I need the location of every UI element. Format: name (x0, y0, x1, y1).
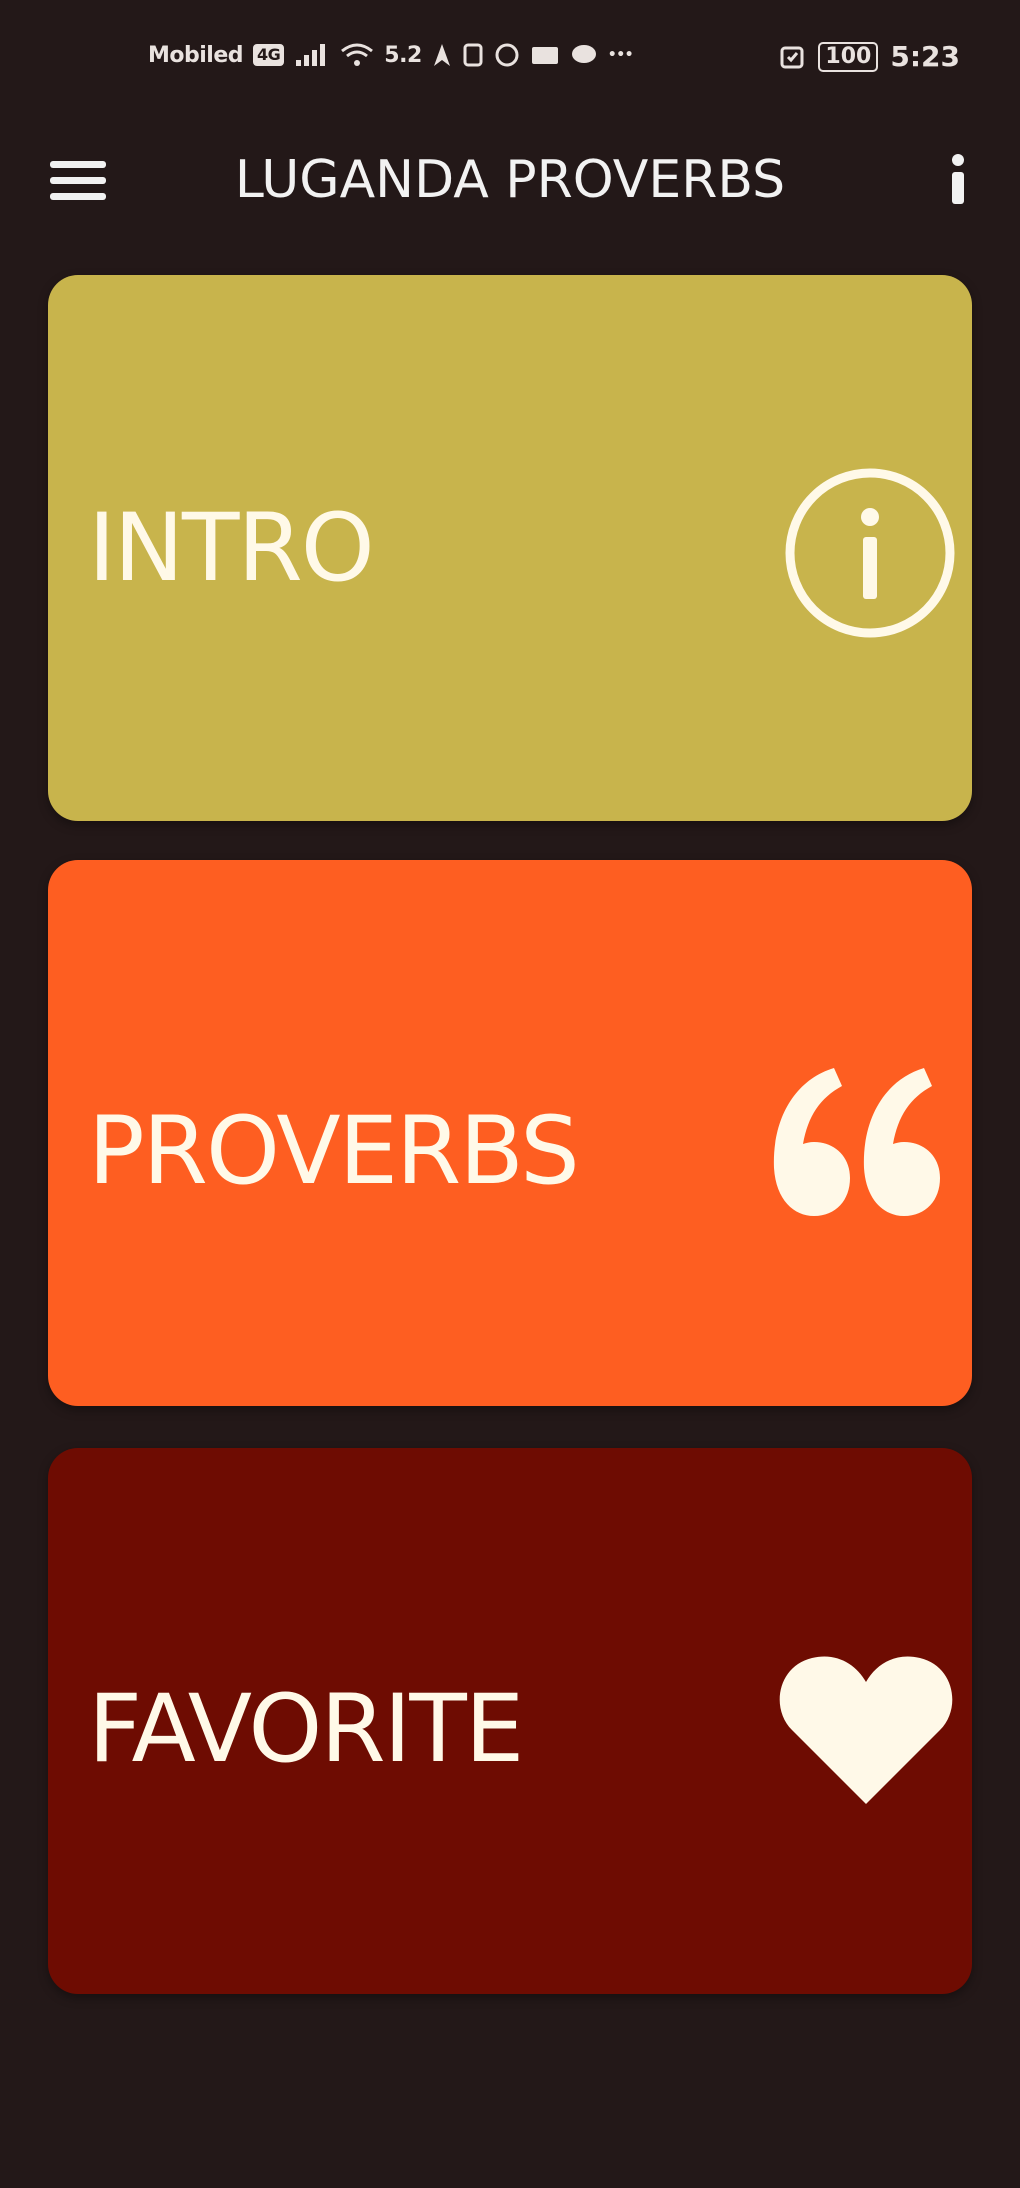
alarm-icon (780, 46, 804, 68)
status-time: 5:23 (890, 40, 960, 73)
favorite-card[interactable]: FAVORITE (48, 1448, 972, 1994)
location-icon (433, 44, 450, 66)
info-vertical-icon[interactable] (940, 150, 976, 210)
chat-icon (571, 45, 596, 63)
more-notifications-icon: ••• (607, 47, 634, 63)
status-bar: Mobiled 4G 5.2 ••• 100 5:23 (0, 0, 1020, 120)
sim-icon (463, 43, 483, 67)
speed-text: 5.2 (384, 42, 422, 68)
carrier-text: Mobiled (148, 42, 244, 68)
mail-icon (531, 47, 558, 64)
battery-indicator: 100 (818, 41, 879, 72)
notification-icon (495, 43, 519, 67)
status-right: 100 5:23 (778, 40, 960, 73)
proverbs-card[interactable]: PROVERBS (48, 860, 972, 1406)
status-left: Mobiled 4G 5.2 ••• (148, 42, 634, 68)
wifi-icon (341, 43, 374, 66)
heart-icon (779, 1656, 953, 1804)
signal-icon (296, 44, 326, 66)
app-title: LUGANDA PROVERBS (234, 150, 786, 210)
intro-card[interactable]: INTRO (48, 275, 972, 821)
proverbs-label: PROVERBS (88, 1097, 580, 1206)
app-bar: LUGANDA PROVERBS (0, 120, 1020, 240)
intro-label: INTRO (88, 494, 375, 603)
network-tag: 4G (253, 44, 285, 66)
info-circle-icon (785, 468, 955, 638)
quote-icon (773, 1068, 940, 1216)
favorite-label: FAVORITE (88, 1675, 524, 1784)
